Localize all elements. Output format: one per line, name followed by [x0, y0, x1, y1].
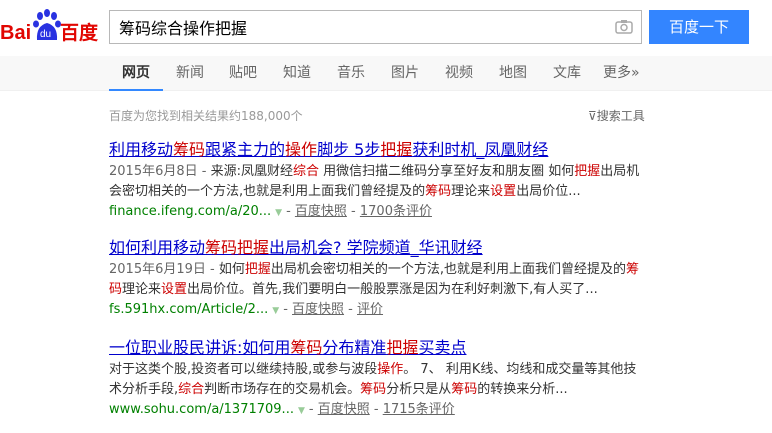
text-segment: 脚步 5步 — [317, 140, 381, 159]
highlight-keyword: 筹码 — [425, 184, 452, 199]
tab-zhidao[interactable]: 知道 — [283, 56, 311, 91]
highlight-keyword: 操作 — [377, 362, 404, 377]
text-segment: 出局机会? 学院频道_华讯财经 — [269, 238, 483, 257]
text-segment: 的转换来分析... — [477, 382, 568, 397]
separator: - — [308, 402, 318, 417]
svg-text:Bai: Bai — [0, 22, 31, 44]
highlight-keyword: 筹码 — [360, 382, 387, 397]
comments-link[interactable]: 1715条评价 — [383, 402, 455, 417]
text-segment: 跟紧主力的 — [205, 140, 286, 159]
separator: - — [344, 302, 357, 317]
search-button[interactable]: 百度一下 — [649, 10, 749, 44]
search-input[interactable] — [110, 11, 590, 43]
dropdown-arrow-icon[interactable]: ▼ — [298, 406, 305, 416]
result-date: 2015年6月19日 - — [109, 262, 219, 277]
result-url-line: www.sohu.com/a/1371709... ▼ - 百度快照 - 1715条… — [109, 400, 649, 421]
snapshot-link[interactable]: 百度快照 — [292, 302, 344, 317]
tab-wenku[interactable]: 文库 — [553, 56, 581, 91]
highlight-keyword: 综合 — [178, 382, 205, 397]
result-abstract: 对于这类个股,投资者可以继续持股,或参与波段操作。 7、 利用K线、均线和成交量… — [109, 360, 649, 400]
text-segment: 理论来 — [451, 184, 491, 199]
highlight-keyword: 设置 — [490, 184, 517, 199]
tab-news[interactable]: 新闻 — [176, 56, 204, 91]
tab-web[interactable]: 网页 — [109, 56, 163, 91]
snapshot-link[interactable]: 百度快照 — [295, 204, 347, 219]
text-segment: 如何 — [218, 262, 245, 277]
tab-video[interactable]: 视频 — [445, 56, 473, 91]
tab-images[interactable]: 图片 — [391, 56, 419, 91]
result-url[interactable]: finance.ifeng.com/a/20... — [109, 204, 271, 219]
result-url-line: fs.591hx.com/Article/2... ▼ - 百度快照 - 评价 — [109, 300, 649, 321]
tab-music[interactable]: 音乐 — [337, 56, 365, 91]
tab-tieba[interactable]: 贴吧 — [229, 56, 257, 91]
text-segment: 一位职业股民讲诉:如何用 — [109, 338, 291, 357]
comments-link[interactable]: 1700条评价 — [360, 204, 432, 219]
text-segment: 分布精准 — [322, 338, 387, 357]
dropdown-arrow-icon[interactable]: ▼ — [275, 208, 282, 218]
highlight-keyword: 筹码把握 — [205, 238, 270, 257]
highlight-keyword: 把握 — [244, 262, 271, 277]
tab-map[interactable]: 地图 — [499, 56, 527, 91]
text-segment: 出局价位。首先,我们要明白一般股票涨是因为在利好刺激下,有人买了... — [187, 282, 598, 297]
separator: - — [283, 302, 293, 317]
dropdown-arrow-icon[interactable]: ▼ — [272, 306, 279, 316]
highlight-keyword: 操作 — [285, 140, 318, 159]
search-tools-label: 搜索工具 — [596, 109, 645, 123]
search-result: 如何利用移动筹码把握出局机会? 学院频道_华讯财经 2015年6月19日 - 如何… — [109, 237, 649, 321]
text-segment: 分析只是从 — [386, 382, 452, 397]
result-title-link[interactable]: 利用移动筹码跟紧主力的操作脚步 5步把握获利时机_凤凰财经 — [109, 139, 649, 161]
text-segment: 出局机会密切相关的一个方法,也就是利用上面我们曾经提及的 — [270, 262, 627, 277]
highlight-keyword: 把握 — [380, 140, 413, 159]
text-segment: 对于这类个股,投资者可以继续持股,或参与波段 — [109, 362, 378, 377]
highlight-keyword: 筹码 — [173, 140, 206, 159]
result-title-link[interactable]: 如何利用移动筹码把握出局机会? 学院频道_华讯财经 — [109, 237, 649, 259]
result-date: 2015年6月8日 - — [109, 164, 211, 179]
search-result: 利用移动筹码跟紧主力的操作脚步 5步把握获利时机_凤凰财经 2015年6月8日 -… — [109, 139, 649, 223]
result-url[interactable]: www.sohu.com/a/1371709... — [109, 402, 294, 417]
text-segment: 来源:凤凰财经 — [210, 164, 293, 179]
filter-icon: ⊽ — [588, 109, 597, 123]
nav-tabs: 网页 新闻 贴吧 知道 音乐 图片 视频 地图 文库 更多» — [0, 56, 772, 91]
separator: - — [369, 402, 383, 417]
text-segment: 买卖点 — [418, 338, 467, 357]
baidu-logo[interactable]: Bai du 百度 — [0, 6, 102, 46]
result-title-link[interactable]: 一位职业股民讲诉:如何用筹码分布精准把握买卖点 — [109, 337, 649, 359]
result-url-line: finance.ifeng.com/a/20... ▼ - 百度快照 - 1700条… — [109, 202, 649, 223]
snapshot-link[interactable]: 百度快照 — [318, 402, 370, 417]
text-segment: 如何利用移动 — [109, 238, 206, 257]
text-segment: 用微信扫描二维码分享至好友和朋友圈 如何 — [319, 164, 575, 179]
svg-text:百度: 百度 — [60, 21, 99, 44]
text-segment: 出局价位... — [516, 184, 581, 199]
separator: - — [286, 204, 295, 219]
highlight-keyword: 筹码 — [290, 338, 323, 357]
text-segment: 理论来 — [122, 282, 162, 297]
text-segment: 利用移动 — [109, 140, 174, 159]
comments-link[interactable]: 评价 — [357, 302, 383, 317]
highlight-keyword: 把握 — [574, 164, 601, 179]
result-url[interactable]: fs.591hx.com/Article/2... — [109, 302, 268, 317]
search-tools-button[interactable]: ⊽搜索工具 — [588, 107, 645, 124]
text-segment: 获利时机_凤凰财经 — [412, 140, 549, 159]
svg-text:du: du — [40, 29, 51, 40]
result-count: 百度为您找到相关结果约188,000个 — [109, 109, 303, 123]
result-abstract: 2015年6月8日 - 来源:凤凰财经综合 用微信扫描二维码分享至好友和朋友圈 … — [109, 162, 649, 202]
highlight-keyword: 把握 — [386, 338, 419, 357]
result-abstract: 2015年6月19日 - 如何把握出局机会密切相关的一个方法,也就是利用上面我们… — [109, 260, 649, 300]
search-box — [109, 10, 642, 44]
highlight-keyword: 综合 — [292, 164, 319, 179]
separator: - — [346, 204, 360, 219]
search-result: 一位职业股民讲诉:如何用筹码分布精准把握买卖点 对于这类个股,投资者可以继续持股,… — [109, 337, 649, 421]
camera-icon[interactable] — [615, 19, 633, 34]
tab-more[interactable]: 更多» — [603, 56, 640, 91]
highlight-keyword: 筹码 — [451, 382, 478, 397]
text-segment: 判断市场存在的交易机会。 — [204, 382, 361, 397]
highlight-keyword: 设置 — [161, 282, 188, 297]
